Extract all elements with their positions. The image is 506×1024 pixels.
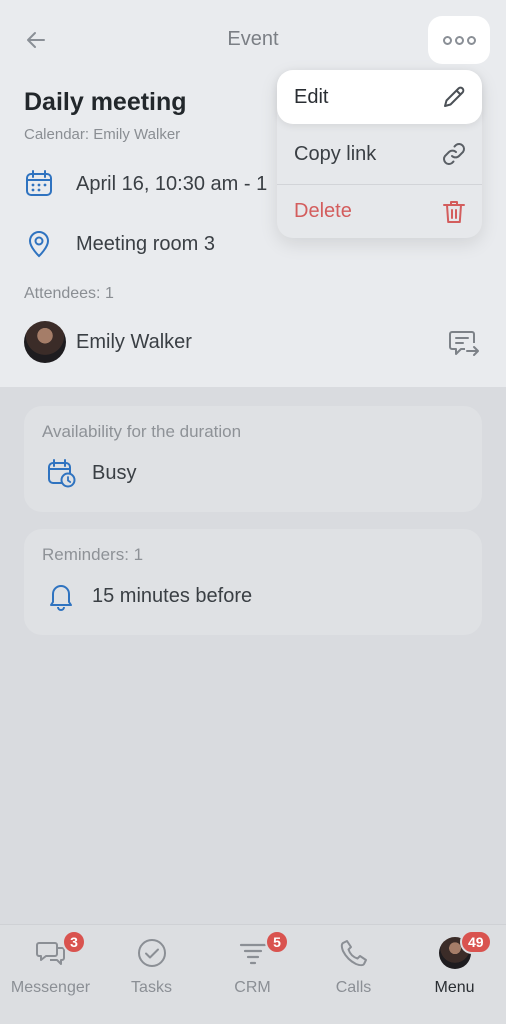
menu-item-copy-link[interactable]: Copy link xyxy=(277,127,482,181)
menu-item-edit-label: Edit xyxy=(294,85,329,108)
availability-card[interactable]: Availability for the duration Busy xyxy=(24,406,482,512)
calendar-icon xyxy=(26,170,52,196)
event-calendar: Calendar: Emily Walker xyxy=(24,126,181,143)
tab-crm-label: CRM xyxy=(234,979,271,996)
tasks-icon xyxy=(137,939,166,967)
availability-value: Busy xyxy=(92,461,137,484)
more-button[interactable] xyxy=(428,16,490,64)
menu-badge: 49 xyxy=(460,930,492,954)
tab-calls[interactable]: Calls xyxy=(303,925,404,1024)
event-screen: Event Daily meeting Calendar: Emily Walk… xyxy=(0,0,506,1024)
attendee-name: Emily Walker xyxy=(76,330,192,353)
tab-menu[interactable]: 49 Menu xyxy=(404,925,505,1024)
menu-item-edit[interactable]: Edit xyxy=(277,70,482,124)
phone-icon xyxy=(340,940,367,967)
pencil-icon xyxy=(444,86,465,107)
tab-messenger-label: Messenger xyxy=(10,979,91,996)
reminders-card[interactable]: Reminders: 1 15 minutes before xyxy=(24,529,482,635)
event-location-row[interactable]: Meeting room 3 xyxy=(24,228,215,260)
attendees-label: Attendees: 1 xyxy=(24,285,114,302)
more-icon-dot xyxy=(466,35,476,45)
crm-badge: 5 xyxy=(265,930,289,954)
message-attendee-button[interactable] xyxy=(448,328,480,358)
menu-item-copy-link-label: Copy link xyxy=(294,142,377,165)
more-icon xyxy=(442,35,452,45)
event-title: Daily meeting xyxy=(24,88,187,116)
menu-item-delete-label: Delete xyxy=(294,200,352,222)
tab-crm[interactable]: 5 CRM xyxy=(202,925,303,1024)
location-pin-icon xyxy=(28,231,50,258)
reminders-label: Reminders: 1 xyxy=(42,545,144,564)
tab-calls-label: Calls xyxy=(335,979,372,996)
event-actions-menu: Edit Copy link Delete xyxy=(277,70,482,238)
menu-item-delete[interactable]: Delete xyxy=(277,184,482,238)
more-icon-dot xyxy=(454,35,464,45)
trash-icon xyxy=(443,201,465,223)
event-location: Meeting room 3 xyxy=(76,232,215,255)
link-icon xyxy=(443,143,465,165)
attendee-row[interactable]: Emily Walker xyxy=(24,321,482,363)
calendar-clock-icon xyxy=(48,459,76,488)
tab-tasks-label: Tasks xyxy=(131,979,172,996)
tab-tasks[interactable]: Tasks xyxy=(101,925,202,1024)
chat-forward-icon xyxy=(449,331,479,356)
avatar xyxy=(24,321,66,363)
header: Event xyxy=(0,0,506,80)
event-datetime: April 16, 10:30 am - 1 xyxy=(76,172,268,195)
bell-icon xyxy=(50,585,72,611)
availability-label: Availability for the duration xyxy=(42,422,242,441)
messenger-badge: 3 xyxy=(62,930,86,954)
event-datetime-row[interactable]: April 16, 10:30 am - 1 xyxy=(24,168,267,200)
bottom-tab-bar: 3 Messenger Tasks 5 CRM Calls 49 Menu xyxy=(0,924,506,1024)
crm-icon xyxy=(239,943,266,965)
tab-menu-label: Menu xyxy=(434,979,475,996)
tab-messenger[interactable]: 3 Messenger xyxy=(0,925,101,1024)
reminder-value: 15 minutes before xyxy=(92,584,253,607)
